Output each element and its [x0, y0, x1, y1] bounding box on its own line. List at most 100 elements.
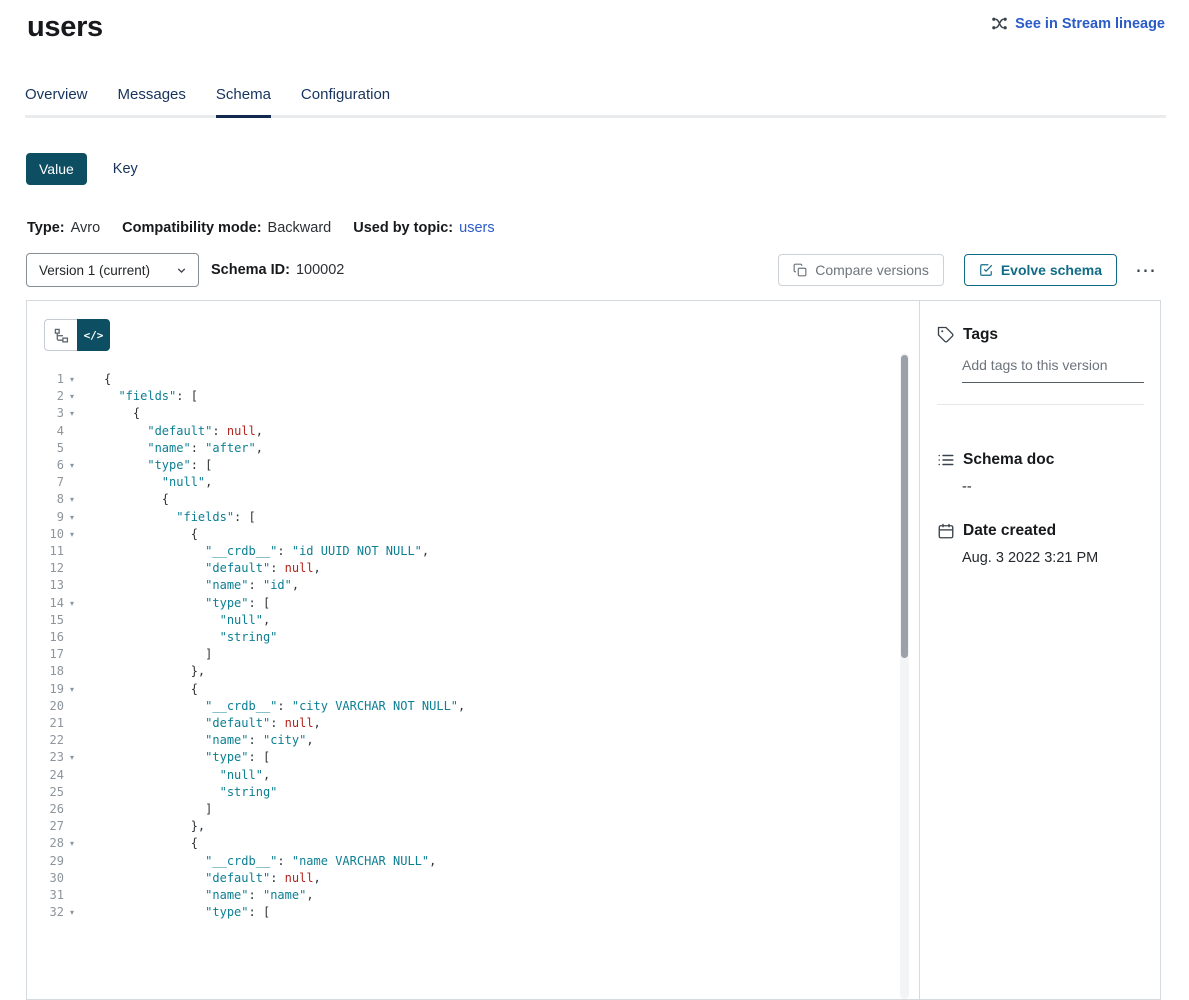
code-line: 12 "default": null,: [27, 560, 919, 577]
code-text: },: [80, 818, 205, 835]
line-number: 10: [27, 526, 64, 543]
caret-spacer: [64, 560, 80, 577]
tab-overview[interactable]: Overview: [25, 86, 88, 115]
code-text: "type": [: [80, 595, 270, 612]
code-text: "default": null,: [80, 715, 321, 732]
tree-view-icon: [54, 328, 69, 343]
line-number: 15: [27, 612, 64, 629]
line-number: 16: [27, 629, 64, 646]
list-icon: [937, 451, 955, 469]
code-line: 22 "name": "city",: [27, 732, 919, 749]
tab-messages[interactable]: Messages: [118, 86, 186, 115]
code-text: "null",: [80, 474, 212, 491]
caret-spacer: [64, 612, 80, 629]
tab-bar: Overview Messages Schema Configuration: [25, 86, 1166, 118]
collapse-caret-icon[interactable]: ▾: [64, 904, 80, 921]
code-text: {: [80, 681, 198, 698]
code-line: 1▾{: [27, 371, 919, 388]
caret-spacer: [64, 887, 80, 904]
collapse-caret-icon[interactable]: ▾: [64, 491, 80, 508]
scrollbar-thumb[interactable]: [901, 355, 908, 658]
line-number: 12: [27, 560, 64, 577]
caret-spacer: [64, 474, 80, 491]
tags-input[interactable]: [962, 357, 1144, 383]
line-number: 23: [27, 749, 64, 766]
tab-schema[interactable]: Schema: [216, 86, 271, 115]
code-line: 27 },: [27, 818, 919, 835]
code-line: 3▾ {: [27, 405, 919, 422]
type-value: Avro: [71, 220, 101, 236]
code-text: ]: [80, 646, 212, 663]
date-created-title: Date created: [963, 522, 1056, 540]
code-line: 19▾ {: [27, 681, 919, 698]
code-text: "name": "name",: [80, 887, 314, 904]
code-line: 21 "default": null,: [27, 715, 919, 732]
topic-link[interactable]: users: [459, 220, 494, 236]
meta-topic: Used by topic: users: [353, 220, 494, 236]
code-line: 15 "null",: [27, 612, 919, 629]
collapse-caret-icon[interactable]: ▾: [64, 388, 80, 405]
collapse-caret-icon[interactable]: ▾: [64, 405, 80, 422]
collapse-caret-icon[interactable]: ▾: [64, 526, 80, 543]
collapse-caret-icon[interactable]: ▾: [64, 681, 80, 698]
code-panel: </> 1▾{2▾ "fields": [3▾ {4 "default": nu…: [27, 301, 920, 999]
code-text: "fields": [: [80, 509, 256, 526]
code-text: "type": [: [80, 749, 270, 766]
collapse-caret-icon[interactable]: ▾: [64, 835, 80, 852]
vertical-scrollbar[interactable]: [900, 353, 909, 999]
code-text: "name": "id",: [80, 577, 299, 594]
line-number: 26: [27, 801, 64, 818]
code-text: "__crdb__": "name VARCHAR NULL",: [80, 853, 436, 870]
line-number: 18: [27, 663, 64, 680]
more-options-button[interactable]: ⋯: [1131, 258, 1160, 283]
collapse-caret-icon[interactable]: ▾: [64, 371, 80, 388]
evolve-schema-button[interactable]: Evolve schema: [964, 254, 1117, 286]
line-number: 19: [27, 681, 64, 698]
code-text: {: [80, 371, 111, 388]
meta-compatibility: Compatibility mode: Backward: [122, 220, 331, 236]
collapse-caret-icon[interactable]: ▾: [64, 749, 80, 766]
evolve-schema-label: Evolve schema: [1001, 262, 1102, 278]
calendar-icon: [937, 522, 955, 540]
stream-lineage-link[interactable]: See in Stream lineage: [991, 15, 1165, 32]
schema-id-value: 100002: [296, 262, 344, 278]
code-text: "string": [80, 784, 277, 801]
version-select[interactable]: Version 1 (current): [26, 253, 199, 287]
code-line: 10▾ {: [27, 526, 919, 543]
code-text: "default": null,: [80, 423, 263, 440]
code-line: 26 ]: [27, 801, 919, 818]
compatibility-value: Backward: [268, 220, 332, 236]
code-view-button[interactable]: </>: [77, 319, 110, 351]
collapse-caret-icon[interactable]: ▾: [64, 595, 80, 612]
code-line: 31 "name": "name",: [27, 887, 919, 904]
value-toggle-button[interactable]: Value: [26, 153, 87, 185]
caret-spacer: [64, 543, 80, 560]
caret-spacer: [64, 629, 80, 646]
tab-configuration[interactable]: Configuration: [301, 86, 390, 115]
collapse-caret-icon[interactable]: ▾: [64, 457, 80, 474]
caret-spacer: [64, 715, 80, 732]
compare-versions-button[interactable]: Compare versions: [778, 254, 944, 286]
sidebar-divider: [937, 404, 1144, 405]
date-created-header: Date created: [937, 522, 1144, 540]
view-toggle: </>: [44, 319, 919, 351]
caret-spacer: [64, 870, 80, 887]
compatibility-label: Compatibility mode:: [122, 220, 261, 236]
collapse-caret-icon[interactable]: ▾: [64, 509, 80, 526]
tree-view-button[interactable]: [44, 319, 77, 351]
code-text: "string": [80, 629, 277, 646]
chevron-down-icon: [175, 264, 188, 277]
line-number: 22: [27, 732, 64, 749]
key-toggle-button[interactable]: Key: [113, 161, 138, 177]
schema-id: Schema ID: 100002: [211, 262, 344, 278]
code-line: 17 ]: [27, 646, 919, 663]
code-line: 5 "name": "after",: [27, 440, 919, 457]
schema-toolbar: Version 1 (current) Schema ID: 100002 Co…: [26, 253, 1160, 287]
schema-sidebar: Tags Schema doc --: [920, 301, 1160, 999]
serde-toggle: Value Key: [26, 153, 1189, 185]
line-number: 25: [27, 784, 64, 801]
code-line: 8▾ {: [27, 491, 919, 508]
compare-icon: [793, 263, 807, 277]
tags-header: Tags: [937, 326, 1144, 344]
code-line: 28▾ {: [27, 835, 919, 852]
